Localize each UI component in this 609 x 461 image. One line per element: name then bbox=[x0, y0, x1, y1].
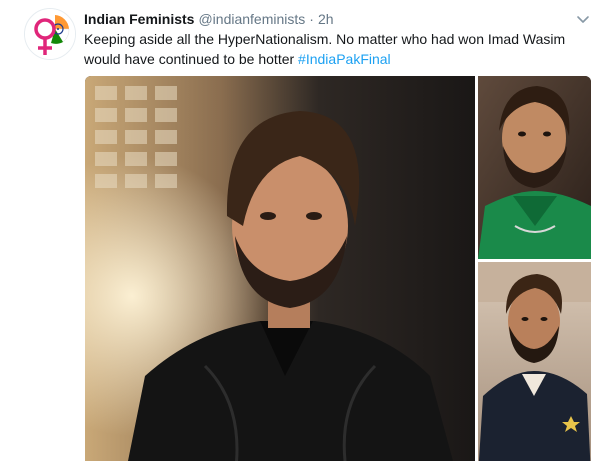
hashtag-link[interactable]: #IndiaPakFinal bbox=[298, 51, 391, 67]
main-photo bbox=[85, 76, 475, 461]
tweet-menu-button[interactable] bbox=[575, 11, 591, 27]
timestamp-link[interactable]: 2h bbox=[318, 11, 334, 27]
chevron-down-icon bbox=[577, 16, 589, 23]
tweet-header: Indian Feminists @indianfeminists · 2h bbox=[84, 10, 334, 28]
feminist-logo-icon bbox=[25, 9, 75, 59]
photo-collage bbox=[85, 76, 591, 461]
bottom-right-photo bbox=[478, 262, 591, 461]
avatar[interactable] bbox=[24, 8, 76, 60]
user-handle[interactable]: @indianfeminists bbox=[198, 11, 305, 27]
top-right-photo bbox=[478, 76, 591, 259]
tweet-text: Keeping aside all the HyperNationalism. … bbox=[84, 29, 589, 69]
tweet-media-collage[interactable] bbox=[85, 76, 591, 461]
display-name[interactable]: Indian Feminists bbox=[84, 11, 194, 27]
tweet-card[interactable]: Indian Feminists @indianfeminists · 2h Keep… bbox=[0, 0, 609, 461]
separator-dot: · bbox=[309, 11, 314, 27]
